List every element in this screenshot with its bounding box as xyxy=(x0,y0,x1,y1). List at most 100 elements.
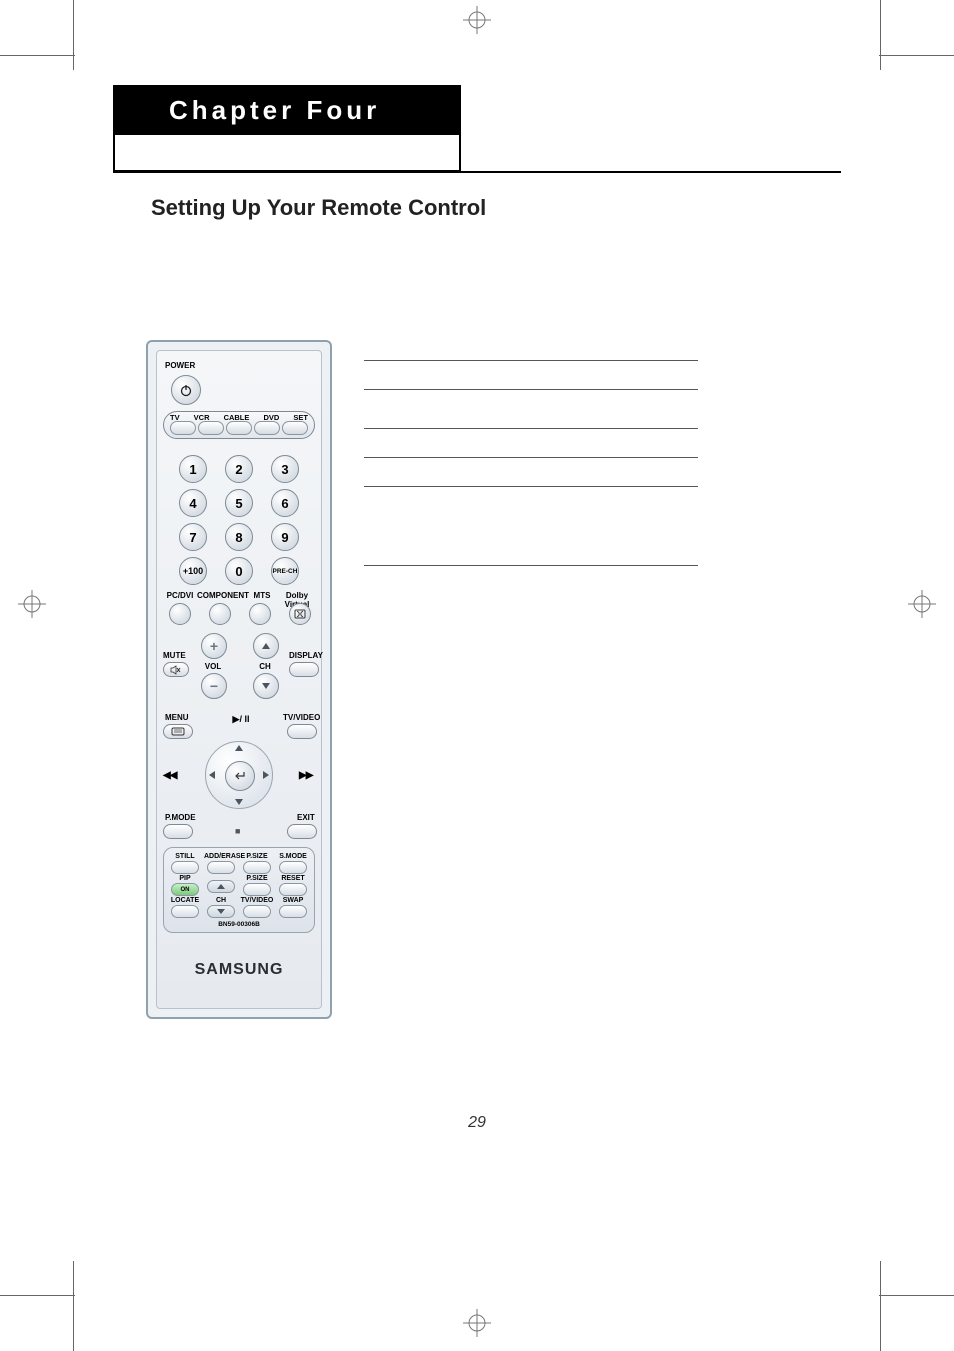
mode-tv-button xyxy=(170,421,196,435)
mts-button xyxy=(249,603,271,625)
remote-control-illustration: POWER TV VCR CABLE DVD SET xyxy=(146,340,332,1019)
note-line xyxy=(364,429,698,458)
ch-down-button xyxy=(253,673,279,699)
chevron-down-icon xyxy=(262,683,270,689)
numpad-0-button: 0 xyxy=(225,557,253,585)
numpad-9-button: 9 xyxy=(271,523,299,551)
mode-selector: TV VCR CABLE DVD SET xyxy=(163,411,315,439)
mode-label-vcr: VCR xyxy=(194,413,210,422)
swap-label: SWAP xyxy=(283,897,304,904)
chevron-down-icon xyxy=(217,909,225,914)
reset-button xyxy=(279,883,307,896)
swap-button xyxy=(279,905,307,918)
mute-label: MUTE xyxy=(163,651,186,660)
psize-label: P.SIZE xyxy=(246,853,267,860)
locate-label: LOCATE xyxy=(171,897,199,904)
registration-mark-icon xyxy=(18,590,46,618)
psize2-button xyxy=(243,883,271,896)
numpad-1-button: 1 xyxy=(179,455,207,483)
mode-label-dvd: DVD xyxy=(263,413,279,422)
crop-mark xyxy=(73,1261,74,1351)
power-label: POWER xyxy=(165,361,195,370)
adderase-button xyxy=(207,861,235,874)
note-line xyxy=(364,346,698,361)
numpad-4-button: 4 xyxy=(179,489,207,517)
dpad-left-icon xyxy=(209,771,215,779)
vol-down-button: − xyxy=(201,673,227,699)
numpad-3-button: 3 xyxy=(271,455,299,483)
crop-mark xyxy=(0,1295,75,1296)
dpad-right-icon xyxy=(263,771,269,779)
rewind-label: ◀◀ xyxy=(163,771,176,780)
psize-button xyxy=(243,861,271,874)
mode-vcr-button xyxy=(198,421,224,435)
chapter-subbox xyxy=(113,135,461,172)
mode-dvd-button xyxy=(254,421,280,435)
note-line xyxy=(364,414,698,429)
pip-ch-label: CH xyxy=(216,897,226,904)
menu-label: MENU xyxy=(165,713,189,722)
notes-area xyxy=(364,346,698,566)
crop-mark xyxy=(880,0,881,70)
mode-cable-button xyxy=(226,421,252,435)
pmode-button xyxy=(163,824,193,839)
exit-button xyxy=(287,824,317,839)
pip-ch-up-button xyxy=(207,880,235,893)
note-line xyxy=(364,551,698,566)
note-line xyxy=(364,361,698,390)
section-title: Setting Up Your Remote Control xyxy=(151,195,486,221)
power-button xyxy=(171,375,201,405)
pcdvi-button xyxy=(169,603,191,625)
numpad-6-button: 6 xyxy=(271,489,299,517)
vol-up-button: + xyxy=(201,633,227,659)
crop-mark xyxy=(0,55,75,56)
page-number: 29 xyxy=(0,1114,954,1132)
reset-label: RESET xyxy=(281,875,304,882)
chapter-rule xyxy=(113,171,841,173)
source-label-component: COMPONENT xyxy=(197,591,247,600)
chapter-title: Chapter Four xyxy=(113,85,461,135)
power-icon xyxy=(179,383,193,397)
stop-label: ■ xyxy=(235,827,240,836)
display-label: DISPLAY xyxy=(289,651,323,660)
smode-button xyxy=(279,861,307,874)
model-number: BN59-00306B xyxy=(168,920,310,929)
exit-label: EXIT xyxy=(297,813,315,822)
ch-label: CH xyxy=(255,662,275,671)
smode-label: S.MODE xyxy=(279,853,307,860)
mode-label-tv: TV xyxy=(170,413,180,422)
chevron-up-icon xyxy=(262,643,270,649)
numpad-prech-button: PRE-CH xyxy=(271,557,299,585)
mute-icon xyxy=(170,665,182,675)
remote-inner: POWER TV VCR CABLE DVD SET xyxy=(156,350,322,1009)
forward-label: ▶▶ xyxy=(299,771,312,780)
pip-block: STILL ADD/ERASE P.SIZE S.MODE PIPON P.SI… xyxy=(163,847,315,933)
crop-mark xyxy=(879,1295,954,1296)
menu-button xyxy=(163,724,193,739)
tvvideo-button xyxy=(287,724,317,739)
chevron-up-icon xyxy=(217,884,225,889)
numpad-plus100-button: +100 xyxy=(179,557,207,585)
component-button xyxy=(209,603,231,625)
crop-mark xyxy=(879,55,954,56)
brand-label: SAMSUNG xyxy=(157,961,321,979)
pip-tvvideo-label: TV/VIDEO xyxy=(241,897,274,904)
vol-label: VOL xyxy=(203,662,223,671)
mute-button xyxy=(163,662,189,677)
dpad-down-icon xyxy=(235,799,243,805)
menu-icon xyxy=(171,727,185,736)
registration-mark-icon xyxy=(463,1309,491,1337)
still-button xyxy=(171,861,199,874)
numpad-2-button: 2 xyxy=(225,455,253,483)
playpause-label: ▶/ II xyxy=(221,715,261,724)
note-line xyxy=(364,458,698,487)
dolby-button xyxy=(289,603,311,625)
mode-set-button xyxy=(282,421,308,435)
pip-label: PIP xyxy=(179,875,190,882)
pip-on-button: ON xyxy=(171,883,199,896)
pip-tvvideo-button xyxy=(243,905,271,918)
numpad-7-button: 7 xyxy=(179,523,207,551)
locate-button xyxy=(171,905,199,918)
crop-mark xyxy=(73,0,74,70)
dolby-icon xyxy=(294,608,306,620)
